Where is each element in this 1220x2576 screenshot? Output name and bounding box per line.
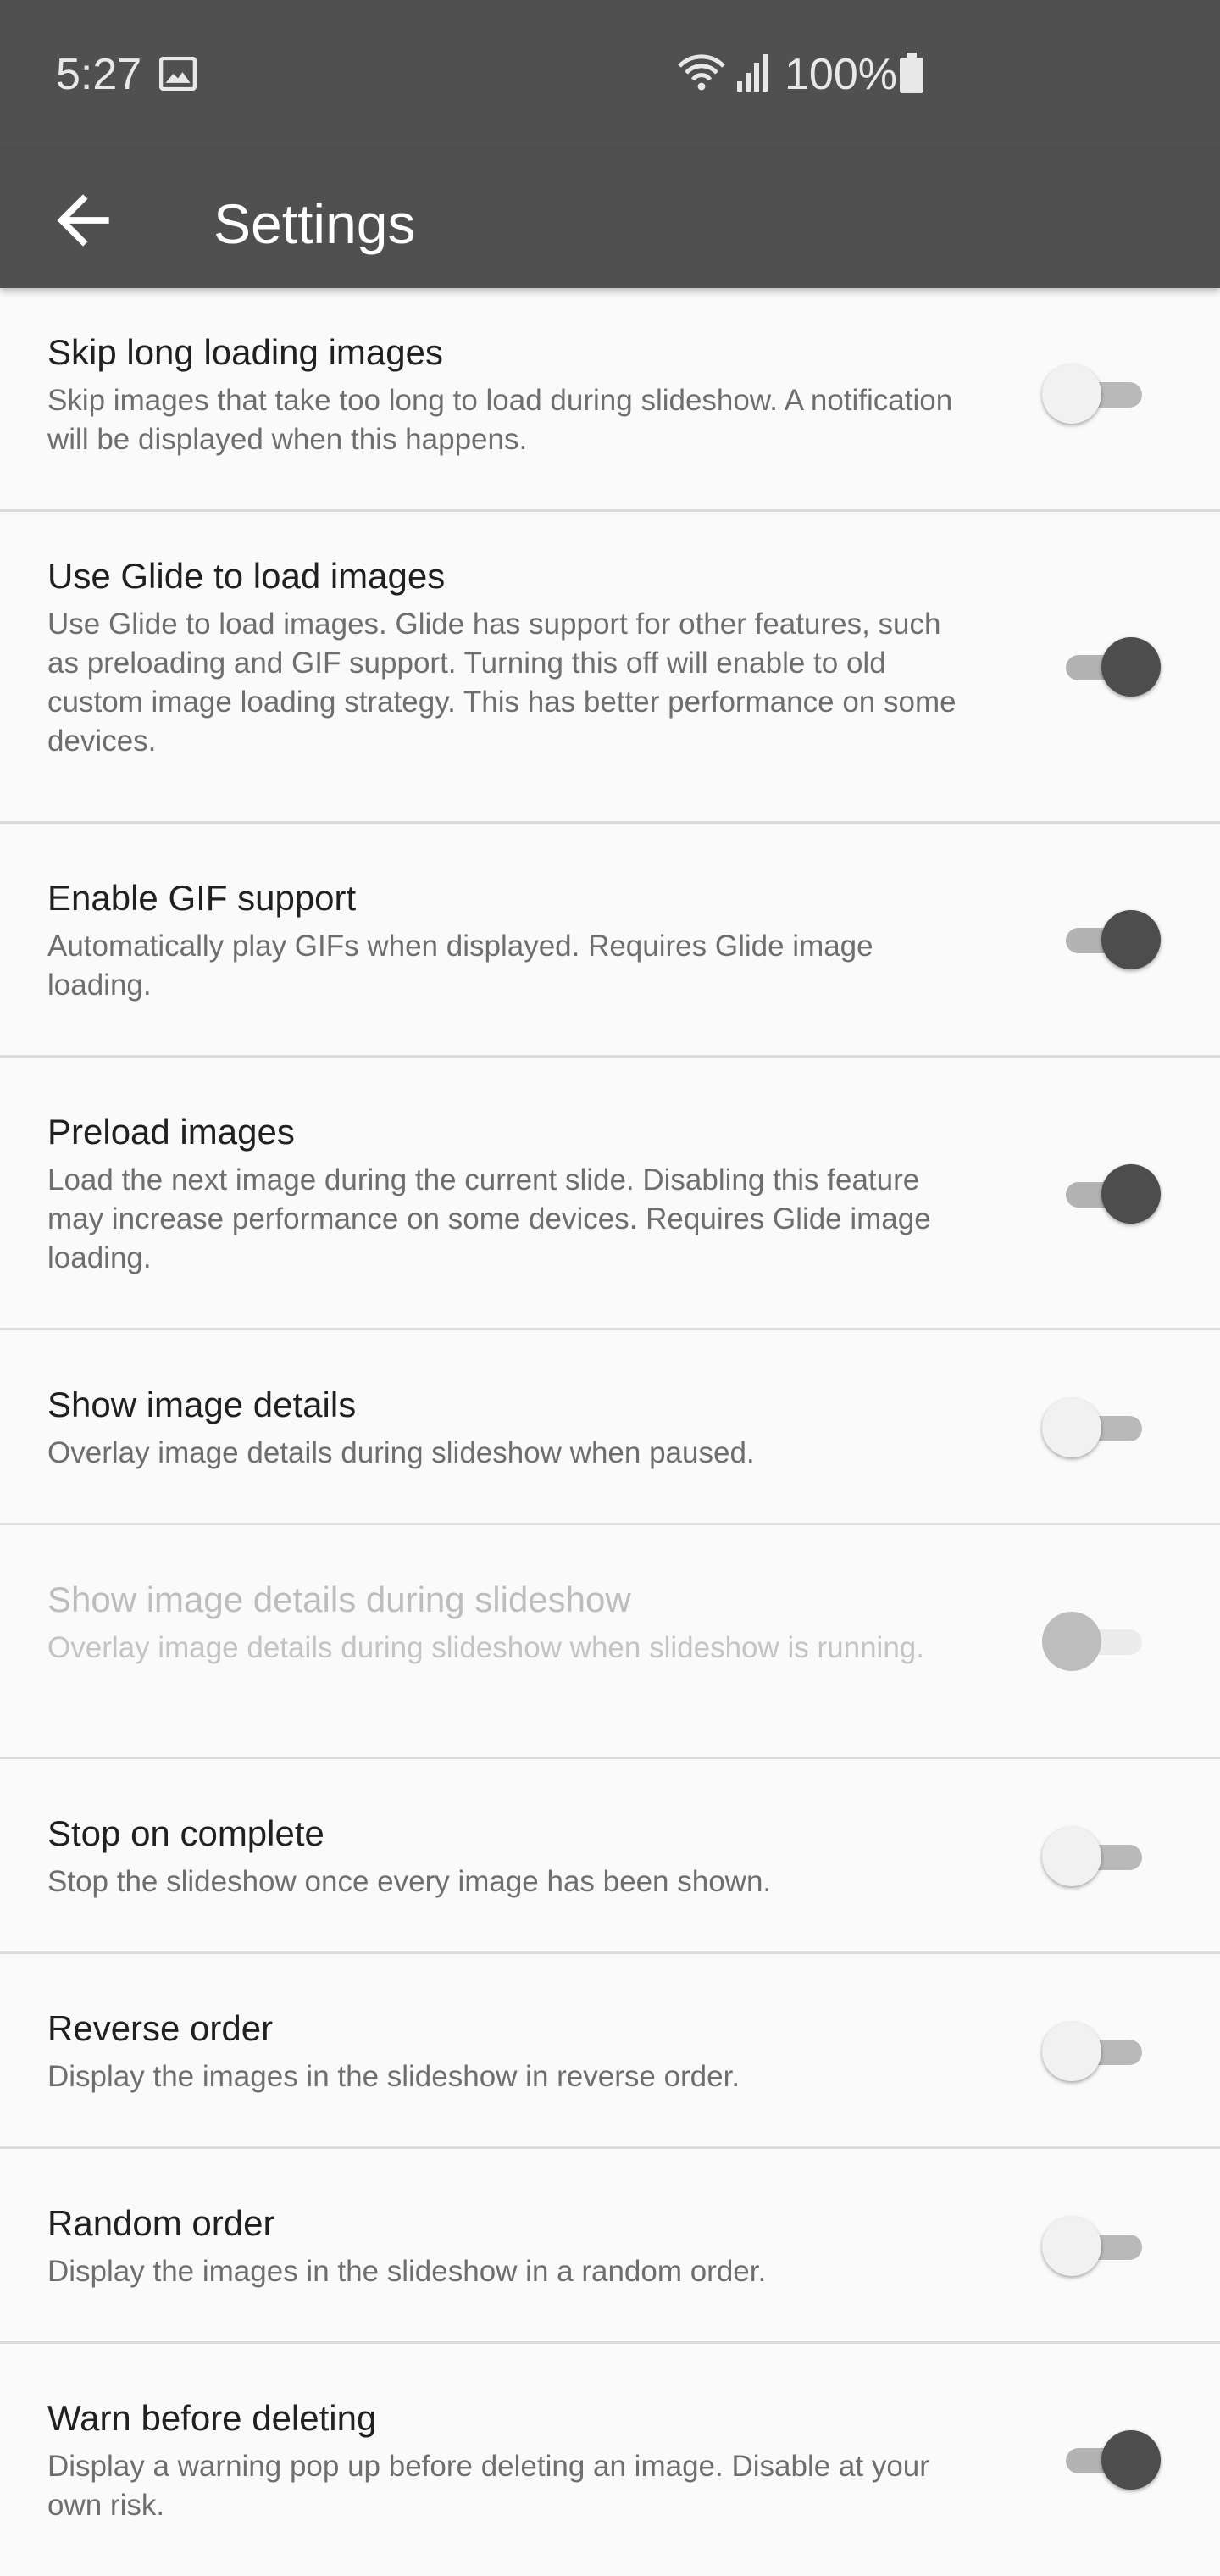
setting-summary: Overlay image details during slideshow w… <box>47 1436 755 1469</box>
status-bar: 5:27 100% <box>0 0 1220 149</box>
setting-summary: Load the next image during the current s… <box>47 1163 931 1274</box>
toggle-switch[interactable] <box>1042 1161 1161 1229</box>
setting-title: Enable GIF support <box>47 878 357 918</box>
setting-title: Use Glide to load images <box>47 556 446 596</box>
setting-stop-on-complete[interactable]: Stop on complete Stop the slideshow once… <box>0 1759 1220 1954</box>
setting-title: Warn before deleting <box>47 2398 377 2438</box>
toggle-switch <box>1042 1608 1161 1676</box>
toggle-switch[interactable] <box>1042 907 1161 974</box>
setting-reverse-order[interactable]: Reverse order Display the images in the … <box>0 1954 1220 2149</box>
battery-icon <box>900 53 923 93</box>
setting-skip-long-loading[interactable]: Skip long loading images Skip images tha… <box>0 288 1220 512</box>
wifi-icon <box>676 53 727 93</box>
page-title: Settings <box>214 192 416 255</box>
setting-show-image-details[interactable]: Show image details Overlay image details… <box>0 1330 1220 1525</box>
setting-title: Skip long loading images <box>47 332 443 372</box>
setting-title: Preload images <box>47 1112 295 1152</box>
toggle-switch[interactable] <box>1042 2427 1161 2495</box>
setting-warn-before-deleting[interactable]: Warn before deleting Display a warning p… <box>0 2344 1220 2576</box>
setting-summary: Overlay image details during slideshow w… <box>47 1631 924 1664</box>
setting-show-details-during-slideshow: Show image details during slideshow Over… <box>0 1525 1220 1759</box>
setting-title: Stop on complete <box>47 1813 324 1853</box>
app-bar: Settings <box>0 149 1220 288</box>
setting-title: Show image details during slideshow <box>47 1579 631 1619</box>
setting-summary: Display a warning pop up before deleting… <box>47 2450 929 2522</box>
setting-summary: Stop the slideshow once every image has … <box>47 1865 772 1898</box>
settings-list: Skip long loading images Skip images tha… <box>0 288 1220 2576</box>
setting-summary: Automatically play GIFs when displayed. … <box>47 930 873 1002</box>
toggle-switch[interactable] <box>1042 1824 1161 1891</box>
setting-title: Reverse order <box>47 2008 274 2048</box>
status-time: 5:27 <box>56 50 142 99</box>
toggle-switch[interactable] <box>1042 1395 1161 1463</box>
battery-percent: 100% <box>785 50 897 99</box>
toggle-switch[interactable] <box>1042 634 1161 702</box>
image-icon <box>158 56 197 92</box>
toggle-switch[interactable] <box>1042 2018 1161 2086</box>
setting-preload-images[interactable]: Preload images Load the next image durin… <box>0 1058 1220 1330</box>
setting-enable-gif[interactable]: Enable GIF support Automatically play GI… <box>0 824 1220 1058</box>
setting-summary: Display the images in the slideshow in r… <box>47 2060 740 2093</box>
back-button[interactable] <box>44 181 122 259</box>
setting-use-glide[interactable]: Use Glide to load images Use Glide to lo… <box>0 512 1220 824</box>
toggle-switch[interactable] <box>1042 2213 1161 2281</box>
setting-summary: Use Glide to load images. Glide has supp… <box>47 608 957 758</box>
signal-icon <box>735 53 771 92</box>
toggle-switch[interactable] <box>1042 361 1161 429</box>
setting-random-order[interactable]: Random order Display the images in the s… <box>0 2149 1220 2344</box>
arrow-left-icon <box>57 194 109 247</box>
setting-summary: Skip images that take too long to load d… <box>47 384 953 456</box>
setting-title: Random order <box>47 2203 275 2243</box>
setting-summary: Display the images in the slideshow in a… <box>47 2255 767 2288</box>
setting-title: Show image details <box>47 1385 357 1424</box>
